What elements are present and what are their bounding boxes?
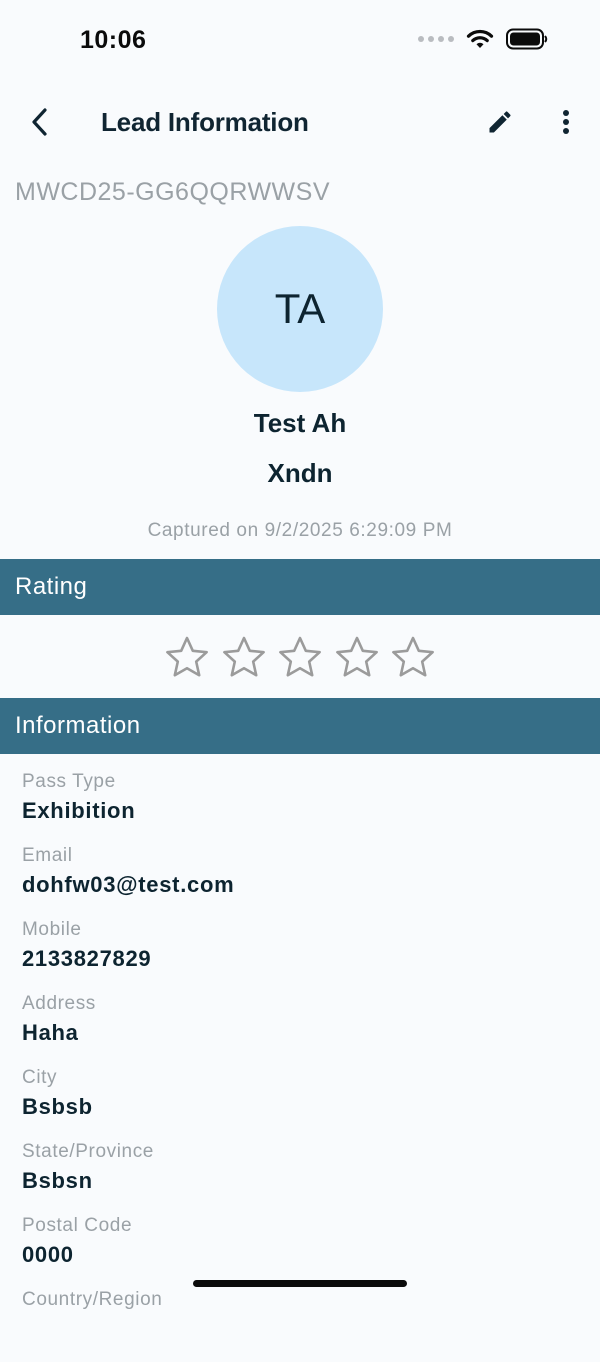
info-item-state-province: State/Province Bsbsn — [22, 1140, 582, 1214]
info-value: 2133827829 — [22, 946, 152, 971]
avatar-initials: TA — [274, 285, 326, 332]
info-label: Email — [22, 845, 73, 866]
info-item-country-region: Country/Region — [22, 1288, 582, 1362]
battery-icon — [506, 28, 548, 50]
info-item-email: Email dohfw03@test.com — [22, 844, 582, 918]
info-label: Postal Code — [22, 1215, 133, 1236]
more-options-button[interactable] — [550, 104, 582, 140]
rating-section-title: Rating — [15, 573, 88, 600]
info-value: 0000 — [22, 1242, 74, 1267]
info-label: City — [22, 1067, 58, 1088]
info-label: Country/Region — [22, 1289, 163, 1310]
more-vertical-icon — [563, 110, 569, 134]
information-section-title: Information — [15, 712, 141, 739]
info-label: Pass Type — [22, 771, 116, 792]
information-list: Pass Type Exhibition Email dohfw03@test.… — [22, 770, 582, 1362]
wifi-icon — [466, 29, 494, 48]
info-value: dohfw03@test.com — [22, 872, 235, 897]
info-item-postal-code: Postal Code 0000 — [22, 1214, 582, 1288]
star-outline-icon — [279, 636, 321, 677]
info-value: Exhibition — [22, 798, 136, 823]
star-5[interactable] — [388, 632, 438, 682]
captured-timestamp: Captured on 9/2/2025 6:29:09 PM — [147, 520, 453, 541]
info-item-pass-type: Pass Type Exhibition — [22, 770, 582, 844]
star-1[interactable] — [162, 632, 212, 682]
info-label: Mobile — [22, 919, 82, 940]
star-outline-icon — [335, 636, 378, 677]
info-value: Bsbsn — [22, 1168, 93, 1193]
lead-company: Xndn — [267, 458, 333, 488]
edit-button[interactable] — [482, 104, 518, 140]
star-outline-icon — [222, 636, 265, 677]
info-label: Address — [22, 993, 96, 1014]
page-title: Lead Information — [101, 107, 309, 137]
edit-pencil-icon — [489, 111, 511, 133]
info-label: State/Province — [22, 1141, 154, 1162]
star-outline-icon — [166, 636, 208, 677]
info-value: Bsbsb — [22, 1094, 93, 1119]
star-2[interactable] — [219, 632, 269, 682]
info-item-mobile: Mobile 2133827829 — [22, 918, 582, 992]
status-icons — [418, 28, 548, 50]
lead-id: MWCD25-GG6QQRWWSV — [15, 178, 330, 206]
info-item-city: City Bsbsb — [22, 1066, 582, 1140]
lead-name: Test Ah — [253, 408, 347, 438]
information-section-header: Information — [0, 698, 600, 754]
back-button[interactable] — [22, 104, 58, 140]
status-bar: 10:06 — [0, 0, 600, 84]
star-3[interactable] — [275, 632, 325, 682]
app-header: Lead Information — [0, 90, 600, 158]
star-4[interactable] — [332, 632, 382, 682]
star-outline-icon — [392, 636, 434, 677]
info-item-address: Address Haha — [22, 992, 582, 1066]
avatar: TA — [217, 226, 383, 392]
star-rating — [162, 632, 438, 682]
signal-icon — [418, 36, 454, 42]
info-value: Haha — [22, 1020, 79, 1045]
home-indicator — [193, 1280, 407, 1287]
rating-section-header: Rating — [0, 559, 600, 615]
back-icon — [32, 108, 47, 136]
status-time: 10:06 — [80, 26, 147, 54]
